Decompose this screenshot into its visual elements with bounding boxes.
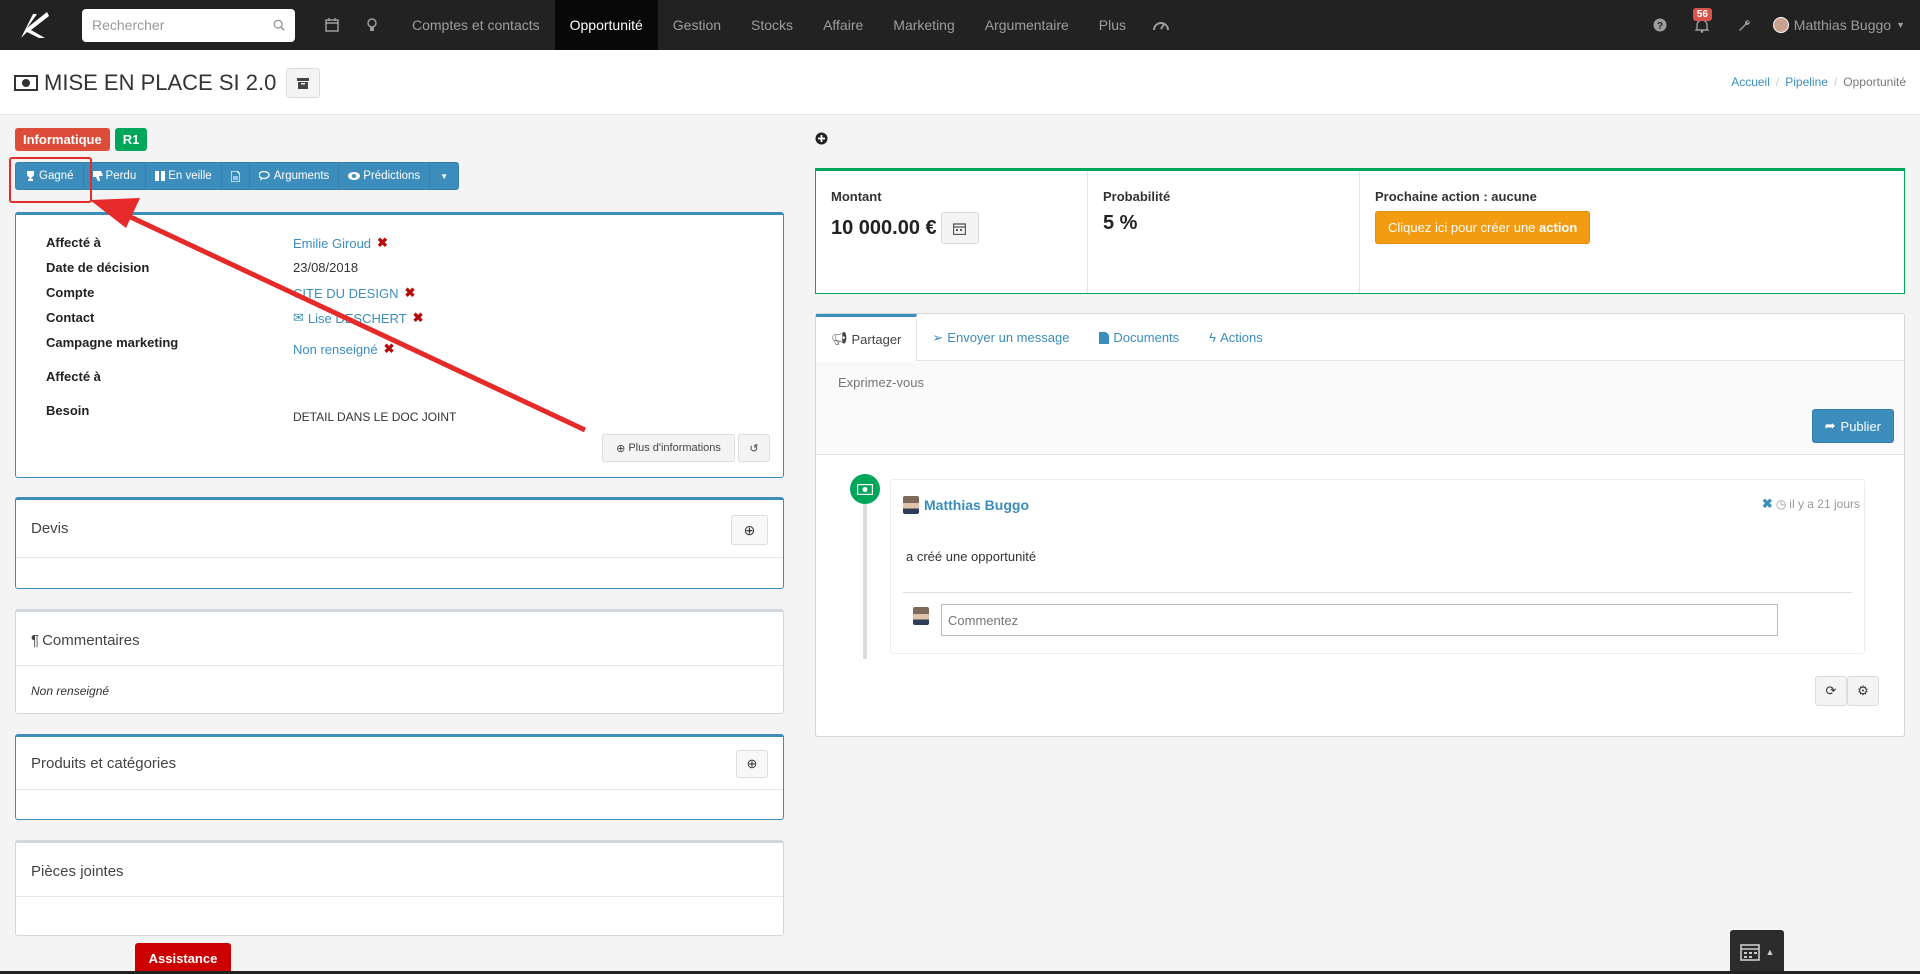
timeline-item-time: ✖ ◷ il y a 21 jours	[1761, 496, 1860, 512]
amount-calendar-button[interactable]	[940, 212, 979, 244]
share-area: ➦Publier	[816, 361, 1904, 455]
comments-value: Non renseigné	[31, 684, 110, 698]
activity-feed: 📢︎ Partager ➢ Envoyer un message Documents…	[815, 313, 1905, 737]
next-action-label: Prochaine action : aucune	[1375, 189, 1537, 204]
amount-label: Montant	[831, 189, 882, 204]
products-box: Produits et catégories ⊕	[15, 734, 784, 820]
chevron-up-icon: ▲	[1765, 947, 1775, 957]
amount-value: 10 000.00 €	[831, 216, 937, 239]
clock-icon: ◷	[1775, 497, 1787, 511]
comment-input[interactable]	[941, 604, 1778, 636]
comments-box: ¶ Commentaires Non renseigné	[15, 609, 784, 714]
timeline-item: Matthias Buggo ✖ ◷ il y a 21 jours a cré…	[890, 479, 1865, 654]
divider	[16, 896, 783, 897]
refresh-icon: ⟳	[1825, 683, 1837, 698]
author-avatar	[903, 496, 919, 514]
add-widget-icon[interactable]	[815, 132, 828, 148]
timeline-item-body: a créé une opportunité	[906, 549, 1037, 564]
amount-stat: Montant 10 000.00 €	[816, 171, 1088, 293]
gear-icon: ⚙	[1857, 683, 1869, 698]
add-product-button[interactable]: ⊕	[736, 750, 768, 778]
probability-label: Probabilité	[1103, 189, 1171, 204]
tab-actions[interactable]: ϟ Actions	[1194, 314, 1278, 361]
attachments-box: Pièces jointes	[15, 840, 784, 936]
divider	[903, 592, 1852, 593]
bolt-icon: ϟ	[1209, 330, 1217, 345]
assistance-button[interactable]: Assistance	[135, 943, 231, 974]
publish-button[interactable]: ➦ Publier	[1811, 409, 1894, 443]
tab-share[interactable]: 📢︎ Partager	[816, 314, 918, 361]
probability-stat: Probabilité 5 %	[1088, 171, 1360, 293]
share-input[interactable]	[838, 375, 1738, 390]
calendar-icon	[953, 222, 967, 235]
divider	[16, 557, 783, 558]
products-title: Produits et catégories	[31, 755, 177, 772]
refresh-button[interactable]: ⟳	[1815, 676, 1847, 706]
settings-button[interactable]: ⚙	[1847, 676, 1879, 706]
quotes-box: Devis ⊕	[15, 497, 784, 589]
timeline-line	[863, 484, 867, 659]
file-icon	[1099, 331, 1110, 344]
probability-value: 5 %	[1103, 212, 1138, 234]
timeline-item-header: Matthias Buggo	[903, 496, 1029, 514]
plus-circle-icon: ⊕	[746, 756, 758, 771]
next-action-stat: Prochaine action : aucune Cliquez ici po…	[1360, 171, 1904, 293]
delete-icon[interactable]: ✖	[1762, 496, 1773, 512]
paper-plane-icon: ➢	[932, 329, 944, 345]
add-quote-button[interactable]: ⊕	[731, 515, 768, 545]
plus-circle-icon: ⊕	[743, 521, 756, 538]
feed-tabs: 📢︎ Partager ➢ Envoyer un message Documents…	[816, 314, 1904, 361]
comments-title-wrap: ¶ Commentaires	[31, 632, 140, 649]
comments-title: Commentaires	[42, 632, 140, 649]
quotes-title: Devis	[31, 520, 69, 537]
key-figures-box: Montant 10 000.00 € Probabilité 5 % Proc…	[815, 168, 1905, 294]
attachments-title: Pièces jointes	[31, 863, 124, 880]
commenter-avatar	[913, 607, 929, 625]
author-link[interactable]: Matthias Buggo	[924, 497, 1029, 513]
tab-documents[interactable]: Documents	[1084, 314, 1194, 361]
pilcrow-icon: ¶	[31, 632, 40, 649]
calendar-icon	[1739, 944, 1760, 961]
tab-send-message[interactable]: ➢ Envoyer un message	[917, 314, 1084, 361]
share-icon: ➦	[1824, 418, 1836, 433]
calendar-widget-button[interactable]: ▲	[1730, 930, 1784, 974]
timeline-money-icon	[850, 474, 880, 504]
bullhorn-icon: 📢︎	[831, 331, 848, 346]
divider	[16, 665, 783, 666]
divider	[16, 789, 783, 790]
create-action-button[interactable]: Cliquez ici pour créer une action	[1375, 211, 1591, 244]
